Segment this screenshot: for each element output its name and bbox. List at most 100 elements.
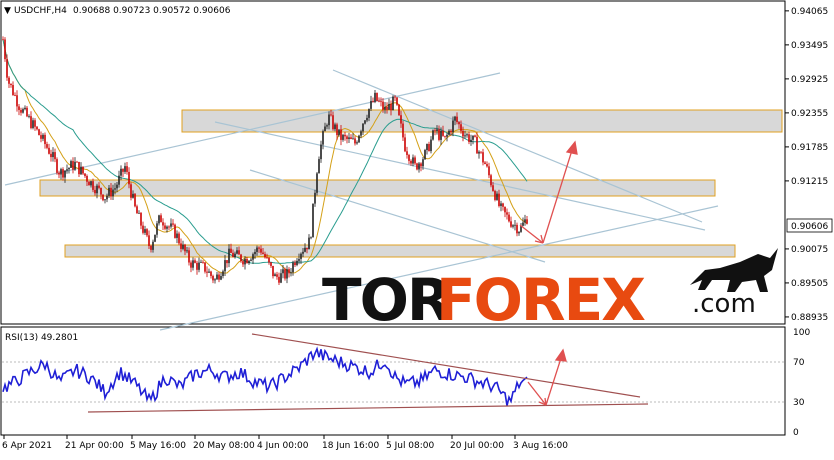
candle-body <box>298 258 300 261</box>
candle-body <box>502 203 504 207</box>
candle-body <box>418 163 420 170</box>
candle-body <box>268 257 270 263</box>
candle-body <box>236 250 238 254</box>
candle-body <box>500 203 502 206</box>
candle-body <box>12 85 14 96</box>
candle-body <box>158 215 160 224</box>
candle-body <box>510 221 512 227</box>
candle-body <box>124 166 126 172</box>
candle-body <box>36 126 38 130</box>
candle-body <box>250 259 252 261</box>
candle-body <box>76 161 78 163</box>
candle-body <box>28 116 30 117</box>
candle-body <box>144 229 146 233</box>
candle-body <box>14 95 16 96</box>
candle-body <box>292 262 294 273</box>
watermark-com: .com <box>692 289 756 319</box>
candle-body <box>356 142 358 144</box>
candle-body <box>376 92 378 101</box>
candle-body <box>126 166 128 172</box>
price-chart[interactable]: 0.94065 0.93495 0.92925 0.92355 0.91785 0.912… <box>0 0 834 456</box>
price-tick-label: 0.89505 <box>791 279 828 289</box>
price-tick-label: 0.90075 <box>791 245 828 255</box>
candle-body <box>190 262 192 268</box>
candle-body <box>402 123 404 138</box>
candle-body <box>86 175 88 182</box>
candle-body <box>100 187 102 195</box>
candle-body <box>334 124 336 130</box>
candle-body <box>396 97 398 105</box>
candle-body <box>48 147 50 154</box>
candle-body <box>168 226 170 228</box>
candle-body <box>316 173 318 193</box>
candle-body <box>102 194 104 201</box>
candle-body <box>216 274 218 280</box>
candle-body <box>220 276 222 280</box>
candle-body <box>214 279 216 281</box>
candle-body <box>18 106 20 110</box>
rsi-tick-label: 100 <box>793 328 810 338</box>
candle-body <box>166 226 168 229</box>
candle-body <box>496 193 498 200</box>
candle-body <box>196 262 198 270</box>
candle-body <box>344 134 346 137</box>
candle-body <box>404 137 406 152</box>
candle-body <box>64 170 66 178</box>
candle-body <box>70 161 72 168</box>
time-tick-label: 4 Jun 00:00 <box>257 441 309 451</box>
time-tick-label: 20 May 08:00 <box>193 441 255 451</box>
candle-body <box>62 169 64 178</box>
candle-body <box>74 161 76 170</box>
candle-body <box>24 107 26 110</box>
candle-body <box>60 169 62 175</box>
candle-body <box>288 269 290 274</box>
candle-body <box>462 130 464 137</box>
candle-body <box>412 157 414 164</box>
candle-body <box>244 258 246 265</box>
candle-body <box>522 222 524 226</box>
candle-body <box>8 77 10 84</box>
candle-body <box>310 237 312 239</box>
candle-body <box>432 130 434 140</box>
candle-body <box>348 137 350 140</box>
candle-body <box>468 134 470 142</box>
candle-body <box>40 135 42 139</box>
candle-body <box>42 134 44 139</box>
support-zone[interactable] <box>64 244 736 258</box>
candle-body <box>302 251 304 254</box>
candle-body <box>264 253 266 258</box>
pivot-zone[interactable] <box>39 179 716 197</box>
candle-body <box>424 150 426 160</box>
candle-body <box>358 135 360 143</box>
candle-body <box>226 260 228 264</box>
resistance-zone[interactable] <box>181 109 783 133</box>
candle-body <box>480 151 482 153</box>
candle-body <box>136 206 138 214</box>
candle-body <box>54 152 56 160</box>
candle-body <box>422 159 424 167</box>
candle-body <box>452 120 454 133</box>
candle-body <box>146 229 148 236</box>
candle-body <box>504 206 506 213</box>
candle-body <box>154 234 156 242</box>
candle-body <box>150 245 152 250</box>
candle-body <box>524 219 526 223</box>
candle-body <box>392 96 394 111</box>
candle-body <box>38 129 40 136</box>
candle-body <box>474 135 476 137</box>
candle-body <box>314 192 316 204</box>
candle-body <box>408 154 410 161</box>
candle-body <box>362 123 364 132</box>
candle-body <box>180 243 182 249</box>
candle-body <box>372 100 374 102</box>
rsi-tick-label: 70 <box>793 358 805 368</box>
candle-body <box>82 166 84 174</box>
candle-body <box>400 115 402 124</box>
candle-body <box>280 273 282 283</box>
candle-body <box>350 137 352 139</box>
time-tick-label: 18 Jun 16:00 <box>322 441 379 451</box>
candle-body <box>200 261 202 263</box>
candle-body <box>10 83 12 86</box>
candle-body <box>458 122 460 125</box>
candle-body <box>272 265 274 277</box>
